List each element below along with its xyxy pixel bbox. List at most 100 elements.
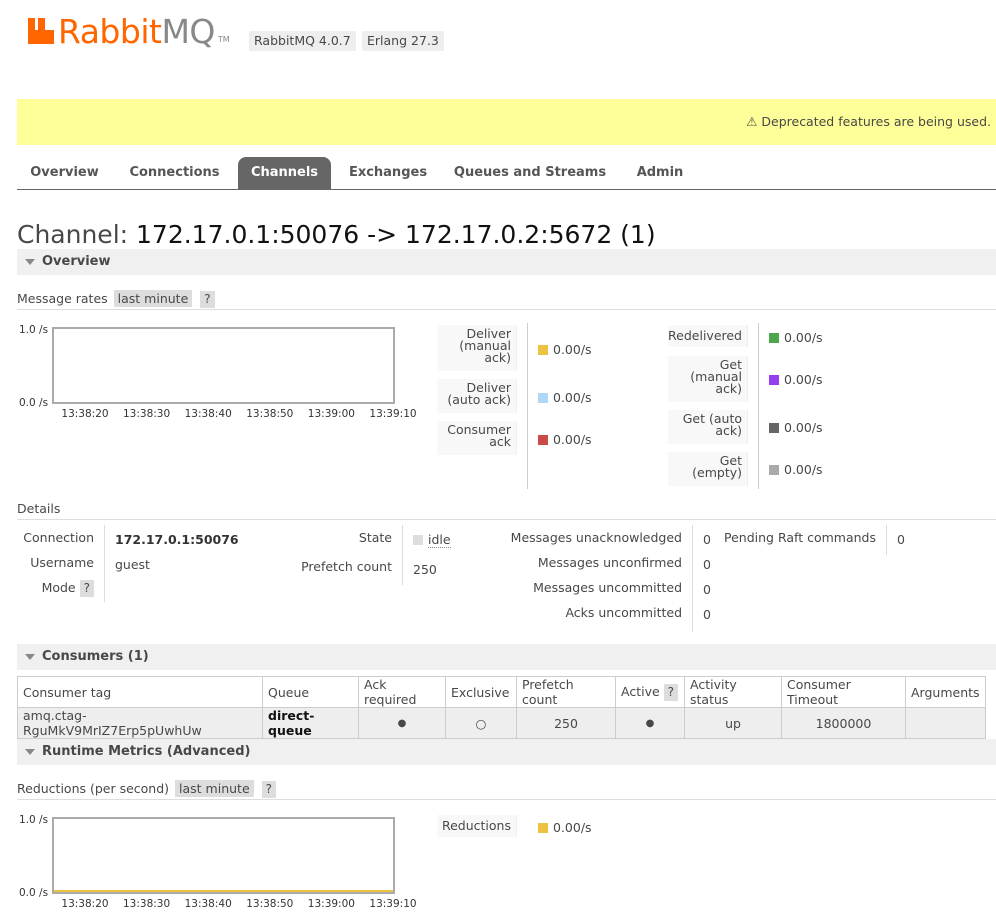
legend-swatch: [769, 465, 779, 475]
help-button[interactable]: ?: [261, 781, 276, 798]
range-selector[interactable]: last minute: [175, 780, 254, 797]
tab-overview[interactable]: Overview: [17, 157, 112, 189]
logo-text: RabbitMQ: [58, 12, 215, 51]
collapse-triangle-icon: [25, 654, 35, 660]
legend-swatch: [769, 333, 779, 343]
column-header: Consumer tag: [17, 676, 263, 708]
column-header: Consumer Timeout: [781, 676, 906, 708]
legend-swatch: [769, 423, 779, 433]
details-divider: [886, 525, 887, 555]
column-header: Queue: [262, 676, 359, 708]
section-title: Overview: [42, 254, 111, 269]
details-divider: [402, 525, 403, 585]
x-tick-label: 13:38:50: [246, 408, 294, 420]
messages-unconfirmed-value: 0: [703, 557, 711, 572]
legend-deliver-manual-ack[interactable]: Deliver (manual ack): [437, 325, 517, 371]
legend-consumer-ack[interactable]: Consumer ack: [437, 421, 517, 455]
legend-swatch: [538, 345, 548, 355]
tab-exchanges[interactable]: Exchanges: [343, 157, 433, 189]
legend-swatch: [538, 435, 548, 445]
messages-unconfirmed-label: Messages unconfirmed: [537, 555, 682, 570]
x-tick-label: 13:38:20: [61, 898, 109, 910]
page-title: Channel: 172.17.0.1:50076 -> 172.17.0.2:…: [17, 220, 656, 249]
username-value: guest: [115, 557, 150, 572]
legend-reductions[interactable]: Reductions: [437, 815, 517, 837]
details-divider: [104, 525, 105, 602]
state-label: State: [358, 530, 392, 545]
channel-name: 172.17.0.1:50076 -> 172.17.0.2:5672 (1): [136, 220, 656, 249]
x-tick-label: 13:38:30: [123, 898, 171, 910]
legend-get-manual-ack[interactable]: Get (manual ack): [668, 356, 748, 402]
x-tick-label: 13:39:00: [307, 898, 355, 910]
details-header: Details: [17, 500, 996, 520]
rate-deliver-manual-ack: 0.00/s: [553, 342, 592, 357]
consumers-section-toggle[interactable]: Consumers (1): [17, 644, 996, 670]
active-help-button[interactable]: ?: [663, 683, 679, 701]
erlang-badge: Erlang 27.3: [362, 31, 444, 51]
column-header: Prefetch count: [516, 676, 616, 708]
messages-uncommitted-label: Messages uncommitted: [533, 580, 682, 595]
x-tick-label: 13:39:00: [307, 408, 355, 420]
rate-get-manual-ack: 0.00/s: [784, 372, 823, 387]
y-tick-bottom: 0.0 /s: [19, 397, 49, 409]
x-tick-label: 13:38:20: [61, 408, 109, 420]
deprecation-warning[interactable]: ⚠ Deprecated features are being used.: [17, 99, 996, 145]
username-label: Username: [30, 555, 94, 570]
connection-link[interactable]: 172.17.0.1:50076: [115, 532, 239, 547]
tab-admin[interactable]: Admin: [627, 157, 693, 189]
version-badge: RabbitMQ 4.0.7: [249, 31, 356, 51]
rabbit-logo-icon: [28, 18, 54, 44]
prefetch-count-value: 250: [413, 562, 437, 577]
exclusive-cell: ○: [445, 707, 517, 739]
legend-deliver-auto-ack[interactable]: Deliver (auto ack): [437, 379, 517, 413]
state-value: idle: [428, 532, 451, 548]
table-header-row: Consumer tag Queue Ack required Exclusiv…: [17, 676, 986, 708]
runtime-metrics-section-toggle[interactable]: Runtime Metrics (Advanced): [17, 739, 996, 765]
reductions-label: Reductions (per second): [17, 781, 170, 796]
rate-reductions: 0.00/s: [553, 820, 592, 835]
rate-get-auto-ack: 0.00/s: [784, 420, 823, 435]
message-rates-label: Message rates: [17, 291, 108, 306]
legend-swatch: [769, 375, 779, 385]
legend-get-auto-ack[interactable]: Get (auto ack): [668, 410, 748, 444]
details-divider: [692, 525, 693, 632]
details-label: Details: [17, 501, 61, 516]
rate-get-empty: 0.00/s: [784, 462, 823, 477]
rate-redelivered: 0.00/s: [784, 330, 823, 345]
legend-swatch: [538, 823, 548, 833]
mode-help-button[interactable]: ?: [79, 580, 94, 597]
legend-redelivered[interactable]: Redelivered: [668, 325, 748, 347]
x-tick-label: 13:39:10: [369, 898, 417, 910]
pending-raft-commands-label: Pending Raft commands: [724, 530, 876, 545]
tab-connections[interactable]: Connections: [123, 157, 226, 189]
messages-unacknowledged-value: 0: [703, 532, 711, 547]
legend-divider: [527, 323, 528, 489]
rabbitmq-logo[interactable]: RabbitMQ TM: [28, 14, 230, 50]
connection-label: Connection: [23, 530, 94, 545]
reductions-chart: [52, 817, 395, 894]
active-cell: ●: [615, 707, 685, 739]
tab-queues-and-streams[interactable]: Queues and Streams: [452, 157, 608, 189]
column-header: Ack required: [358, 676, 446, 708]
y-tick-top: 1.0 /s: [19, 814, 49, 826]
range-selector[interactable]: last minute: [113, 290, 193, 307]
column-header: Active?: [615, 676, 685, 708]
x-tick-label: 13:38:40: [184, 898, 232, 910]
overview-section-toggle[interactable]: Overview: [17, 249, 996, 275]
help-button[interactable]: ?: [200, 291, 215, 308]
messages-unacknowledged-label: Messages unacknowledged: [510, 530, 682, 545]
x-tick-label: 13:38:50: [246, 898, 294, 910]
acks-uncommitted-value: 0: [703, 607, 711, 622]
mode-label: Mode?: [17, 580, 94, 597]
pending-raft-commands-value: 0: [897, 532, 905, 547]
ack-required-cell: ●: [358, 707, 446, 739]
tab-channels[interactable]: Channels: [238, 157, 331, 189]
table-row: amq.ctag-RguMkV9MrIZ7Erp5pUwhUw direct-q…: [17, 707, 986, 739]
rate-consumer-ack: 0.00/s: [553, 432, 592, 447]
message-rates-header: Message rates last minute ?: [17, 290, 996, 310]
reductions-header: Reductions (per second) last minute ?: [17, 780, 996, 800]
legend-get-empty[interactable]: Get (empty): [668, 452, 748, 486]
y-tick-bottom: 0.0 /s: [19, 887, 49, 899]
reductions-plot-svg: [54, 890, 393, 892]
queue-link[interactable]: direct-queue: [262, 707, 359, 739]
